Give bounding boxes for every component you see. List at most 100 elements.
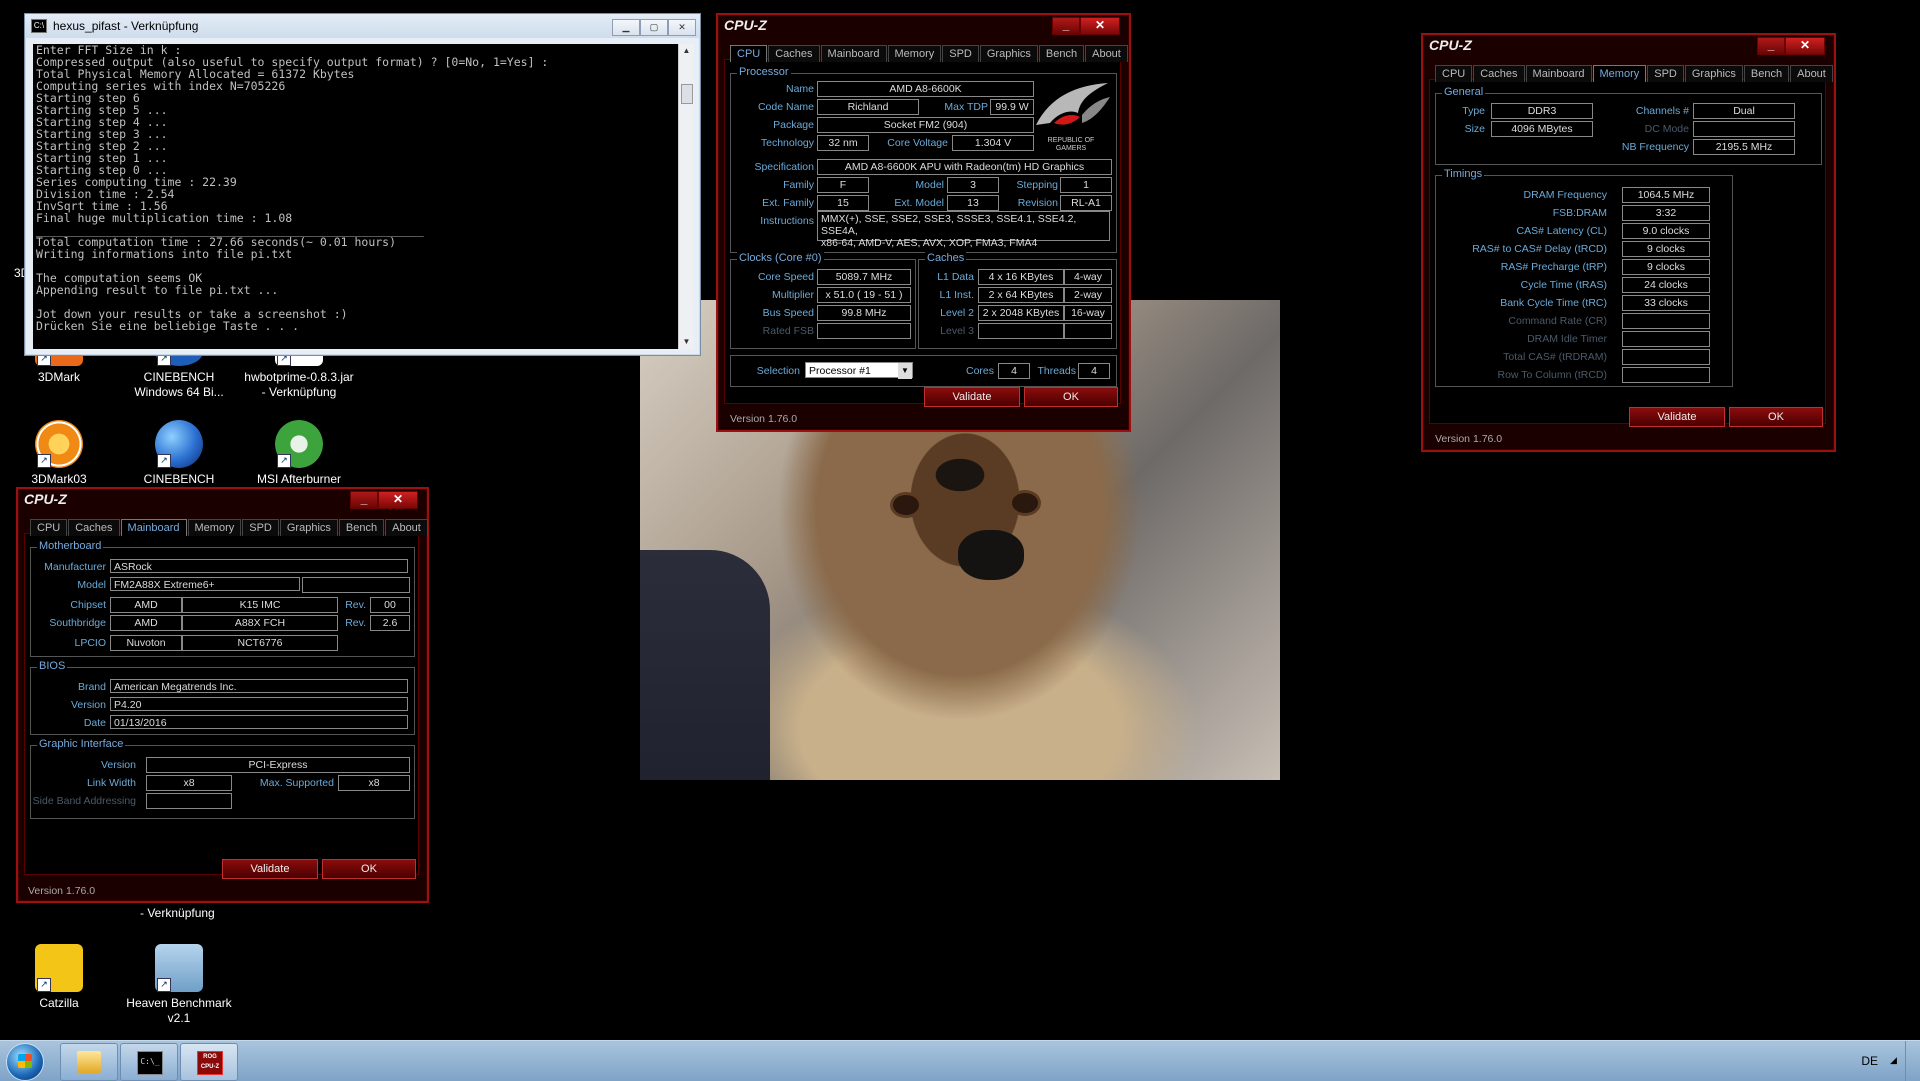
gi-version-field: PCI-Express [146, 757, 410, 773]
tab-graphics[interactable]: Graphics [979, 45, 1038, 62]
tab-about[interactable]: About [1085, 45, 1128, 62]
desktop-icon-label: Heaven Benchmark v2.1 [126, 996, 232, 1025]
tab-caches[interactable]: Caches [68, 519, 120, 536]
show-hidden-icons-icon[interactable]: ◢ [1890, 1055, 1900, 1065]
tab-spd[interactable]: SPD [242, 519, 279, 536]
tab-cpu[interactable]: CPU [30, 519, 68, 536]
show-desktop-button[interactable] [1905, 1041, 1920, 1081]
processor-select[interactable]: Processor #1 [805, 362, 913, 378]
minimize-button[interactable]: _ [350, 491, 378, 509]
instructions-field: MMX(+), SSE, SSE2, SSE3, SSSE3, SSE4.1, … [817, 211, 1110, 249]
tab-spd[interactable]: SPD [942, 45, 979, 62]
timing-value-field [1622, 313, 1710, 329]
tab-caches[interactable]: Caches [768, 45, 820, 62]
taskbar-cpuz-button[interactable]: ROG CPU-Z [180, 1043, 238, 1081]
desktop-icon-catzilla[interactable]: ↗ Catzilla [4, 944, 114, 1011]
label: Threads [1037, 365, 1076, 377]
chevron-down-icon[interactable]: ▼ [898, 363, 912, 379]
taskbar-console-button[interactable]: C:\_ [120, 1043, 178, 1081]
scroll-thumb[interactable] [681, 84, 693, 104]
label: Family [783, 179, 814, 191]
tab-memory[interactable]: Memory [887, 45, 942, 62]
timing-value-field: 9 clocks [1622, 241, 1710, 257]
cpuz-window-cpu[interactable]: CPU-Z _ ✕ CPU Caches Mainboard Memory SP… [716, 13, 1131, 432]
dc-mode-field [1693, 121, 1795, 137]
bios-version-field: P4.20 [110, 697, 408, 711]
label: Model [915, 179, 944, 191]
tab-bench[interactable]: Bench [1038, 45, 1085, 62]
southbridge-rev-field: 2.6 [370, 615, 410, 631]
label: Core Speed [757, 271, 814, 283]
level3-assoc-field [1064, 323, 1112, 339]
desktop-icon-heaven-benchmark[interactable]: ↗ Heaven Benchmark v2.1 [124, 944, 234, 1026]
heaven-benchmark-icon: ↗ [155, 944, 203, 992]
manufacturer-field: ASRock [110, 559, 408, 573]
validate-button[interactable]: Validate [1629, 407, 1725, 427]
group-label: BIOS [37, 660, 68, 672]
label: Size [1464, 123, 1485, 135]
console-scrollbar[interactable]: ▲ ▼ [678, 44, 694, 349]
validate-button[interactable]: Validate [924, 387, 1020, 407]
cpuz-window-memory[interactable]: CPU-Z _ ✕ CPU Caches Mainboard Memory SP… [1421, 33, 1836, 452]
cpuz-window-mainboard[interactable]: CPU-Z _ ✕ CPU Caches Mainboard Memory SP… [16, 487, 429, 903]
cpuz-title: CPU-Z [724, 17, 767, 33]
label: Revision [1017, 197, 1058, 209]
label: Level 2 [940, 307, 974, 319]
minimize-button[interactable]: _ [1052, 17, 1080, 35]
label: Package [773, 119, 814, 131]
desktop-icon-msi-afterburner[interactable]: ↗ MSI Afterburner [244, 420, 354, 487]
tab-memory[interactable]: Memory [187, 519, 242, 536]
label: Cores [965, 365, 994, 377]
tab-graphics[interactable]: Graphics [279, 519, 338, 536]
close-button[interactable]: ✕ [668, 19, 696, 36]
group-label: Graphic Interface [37, 738, 126, 750]
desktop-icon-3dmark03[interactable]: ↗ 3DMark03 [4, 420, 114, 487]
tab-mainboard[interactable]: Mainboard [120, 519, 187, 536]
console-titlebar[interactable]: C:\ hexus_pifast - Verknüpfung [25, 14, 700, 38]
chipset-rev-field: 00 [370, 597, 410, 613]
desktop-icon-cinebench[interactable]: ↗ CINEBENCH [124, 420, 234, 487]
taskbar-explorer-button[interactable] [60, 1043, 118, 1081]
link-width-field: x8 [146, 775, 232, 791]
maximize-button[interactable]: ▢ [640, 19, 668, 36]
close-button[interactable]: ✕ [1785, 37, 1825, 55]
tab-bench[interactable]: Bench [1743, 65, 1790, 82]
scroll-up-icon[interactable]: ▲ [679, 44, 694, 58]
timing-label: Cycle Time (tRAS) [1520, 279, 1607, 291]
language-indicator[interactable]: DE [1861, 1054, 1878, 1068]
label: Rev. [345, 617, 366, 629]
start-button[interactable] [6, 1043, 44, 1081]
label: DC Mode [1644, 123, 1689, 135]
ok-button[interactable]: OK [1024, 387, 1118, 407]
tab-memory[interactable]: Memory [1592, 65, 1647, 82]
ok-button[interactable]: OK [322, 859, 416, 879]
tab-caches[interactable]: Caches [1473, 65, 1525, 82]
tab-cpu[interactable]: CPU [730, 45, 768, 62]
desktop-icon-label: 3DMark [37, 370, 80, 384]
close-button[interactable]: ✕ [378, 491, 418, 509]
threads-field: 4 [1078, 363, 1110, 379]
side-band-field [146, 793, 232, 809]
level2-assoc-field: 16-way [1064, 305, 1112, 321]
tab-mainboard[interactable]: Mainboard [1525, 65, 1592, 82]
tab-graphics[interactable]: Graphics [1684, 65, 1743, 82]
label: Rev. [345, 599, 366, 611]
console-output[interactable]: Enter FFT Size in k : Compressed output … [33, 44, 687, 349]
console-window[interactable]: C:\ hexus_pifast - Verknüpfung ▁ ▢ ✕ Ent… [24, 13, 701, 356]
minimize-button[interactable]: _ [1757, 37, 1785, 55]
max-supported-field: x8 [338, 775, 410, 791]
validate-button[interactable]: Validate [222, 859, 318, 879]
ok-button[interactable]: OK [1729, 407, 1823, 427]
minimize-button[interactable]: ▁ [612, 19, 640, 36]
close-button[interactable]: ✕ [1080, 17, 1120, 35]
tab-cpu[interactable]: CPU [1435, 65, 1473, 82]
tab-about[interactable]: About [1790, 65, 1833, 82]
tab-about[interactable]: About [385, 519, 428, 536]
tab-bench[interactable]: Bench [338, 519, 385, 536]
label: Version [70, 699, 106, 711]
tab-spd[interactable]: SPD [1647, 65, 1684, 82]
scroll-down-icon[interactable]: ▼ [679, 335, 694, 349]
tab-mainboard[interactable]: Mainboard [820, 45, 887, 62]
label: Technology [760, 137, 814, 149]
maxtdp-field: 99.9 W [990, 99, 1034, 115]
